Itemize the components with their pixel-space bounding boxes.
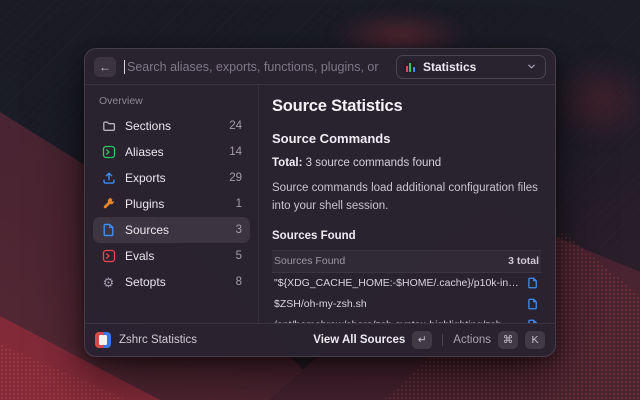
- k-keycap[interactable]: K: [525, 331, 545, 349]
- table-row[interactable]: /opt/homebrew/share/zsh-syntax-highlight…: [272, 315, 541, 323]
- app-name: Zshrc Statistics: [119, 334, 197, 346]
- total-line: Total: 3 source commands found: [272, 157, 541, 169]
- sidebar-item-count: 1: [236, 198, 242, 210]
- table-header-label: Sources Found: [274, 255, 345, 267]
- launcher-window: ← Statistics Overview Sections 24: [84, 48, 556, 357]
- sidebar-item-setopts[interactable]: ⚙ Setopts 8: [93, 269, 250, 295]
- sidebar-item-aliases[interactable]: Aliases 14: [93, 139, 250, 165]
- document-icon: [101, 223, 116, 238]
- terminal-icon: [101, 249, 116, 264]
- detail-pane: Source Statistics Source Commands Total:…: [259, 85, 555, 323]
- upload-icon: [101, 171, 116, 186]
- sidebar-item-sections[interactable]: Sections 24: [93, 113, 250, 139]
- sources-table-header: Sources Found 3 total: [272, 251, 541, 273]
- back-arrow-icon: ←: [99, 60, 111, 74]
- total-value: 3 source commands found: [302, 157, 441, 169]
- enter-keycap[interactable]: ↵: [412, 331, 432, 349]
- source-path: "${XDG_CACHE_HOME:-$HOME/.cache}/p10k-in…: [274, 277, 519, 289]
- back-button[interactable]: ←: [94, 57, 116, 77]
- sidebar-item-label: Evals: [125, 249, 236, 263]
- window-body: Overview Sections 24 Aliases 14 Exp: [85, 85, 555, 323]
- section-heading: Source Commands: [272, 131, 541, 146]
- sidebar-item-sources[interactable]: Sources 3: [93, 217, 250, 243]
- sidebar-item-count: 24: [229, 120, 242, 132]
- primary-action-button[interactable]: View All Sources: [313, 334, 405, 346]
- sidebar-item-evals[interactable]: Evals 5: [93, 243, 250, 269]
- sidebar-item-count: 5: [236, 250, 242, 262]
- folder-icon: [101, 119, 116, 134]
- search-header: ← Statistics: [85, 49, 555, 85]
- list-heading: Sources Found: [272, 230, 541, 242]
- actions-menu-button[interactable]: Actions: [453, 334, 491, 346]
- table-header-count: 3 total: [508, 255, 539, 267]
- wallpaper-glow-right: [545, 55, 640, 145]
- source-path: $ZSH/oh-my-zsh.sh: [274, 298, 519, 310]
- search-input[interactable]: [125, 60, 396, 74]
- sidebar-item-count: 14: [229, 146, 242, 158]
- mode-dropdown-label: Statistics: [423, 60, 521, 74]
- sources-table: Sources Found 3 total "${XDG_CACHE_HOME:…: [272, 250, 541, 323]
- sidebar-item-count: 8: [236, 276, 242, 288]
- sidebar-item-label: Sources: [125, 223, 236, 237]
- sidebar-item-label: Exports: [125, 171, 229, 185]
- app-icon: [95, 332, 111, 348]
- bar-chart-icon: [403, 60, 417, 74]
- sidebar-section-label: Overview: [93, 93, 250, 113]
- sidebar-item-count: 29: [229, 172, 242, 184]
- sidebar-item-plugins[interactable]: Plugins 1: [93, 191, 250, 217]
- table-row[interactable]: "${XDG_CACHE_HOME:-$HOME/.cache}/p10k-in…: [272, 273, 541, 294]
- sidebar-item-count: 3: [236, 224, 242, 236]
- mode-dropdown[interactable]: Statistics: [396, 55, 546, 79]
- sidebar-item-label: Plugins: [125, 197, 236, 211]
- sidebar-item-label: Setopts: [125, 275, 236, 289]
- table-row[interactable]: $ZSH/oh-my-zsh.sh: [272, 294, 541, 315]
- page-title: Source Statistics: [272, 97, 541, 116]
- sidebar: Overview Sections 24 Aliases 14 Exp: [85, 85, 259, 323]
- action-bar: Zshrc Statistics View All Sources ↵ Acti…: [85, 323, 555, 356]
- sidebar-item-label: Aliases: [125, 145, 229, 159]
- total-label: Total:: [272, 157, 302, 169]
- wrench-icon: [101, 197, 116, 212]
- document-icon: [527, 277, 539, 289]
- description-text: Source commands load additional configur…: [272, 180, 541, 216]
- footer-divider: [442, 334, 443, 346]
- terminal-icon: [101, 145, 116, 160]
- document-icon: [527, 298, 539, 310]
- sidebar-item-label: Sections: [125, 119, 229, 133]
- cmd-keycap[interactable]: ⌘: [498, 331, 518, 349]
- chevron-down-icon: [527, 62, 536, 71]
- gear-icon: ⚙: [101, 275, 116, 290]
- sidebar-item-exports[interactable]: Exports 29: [93, 165, 250, 191]
